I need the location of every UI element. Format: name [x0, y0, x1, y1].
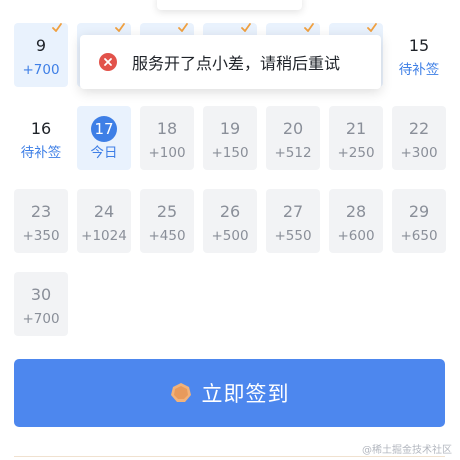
day-cell[interactable]: 26 +500: [203, 189, 257, 253]
checkmark-icon: [367, 23, 377, 32]
day-number: 22: [408, 119, 430, 138]
day-number: 21: [345, 119, 367, 138]
checkmark-icon: [241, 23, 251, 32]
checkin-page: 9 +700 15 待补签 16 待补签 17 今日 18 +100 19 +150 20 +512 21 +…: [0, 0, 460, 460]
day-reward: 今日: [90, 145, 118, 161]
day-reward: +500: [211, 228, 249, 244]
day-number: 26: [219, 202, 241, 221]
day-reward: 待补签: [20, 145, 62, 161]
day-reward: +650: [400, 228, 438, 244]
divider: [14, 456, 445, 457]
day-reward: +150: [211, 145, 249, 161]
signin-button-label: 立即签到: [201, 382, 290, 406]
day-cell[interactable]: 28 +600: [329, 189, 383, 253]
day-reward: +700: [22, 62, 60, 78]
day-reward: +512: [274, 145, 312, 161]
checkmark-icon: [178, 23, 188, 32]
checkmark-icon: [304, 23, 314, 32]
day-cell[interactable]: 16 待补签: [14, 106, 68, 170]
day-cell[interactable]: 19 +150: [203, 106, 257, 170]
day-number: 29: [408, 202, 430, 221]
day-cell[interactable]: 21 +250: [329, 106, 383, 170]
day-reward: +300: [400, 145, 438, 161]
day-reward: +350: [22, 228, 60, 244]
day-reward: +700: [22, 311, 60, 327]
day-cell[interactable]: 15 待补签: [392, 23, 446, 87]
checkmark-icon: [115, 23, 125, 32]
day-cell[interactable]: 24 +1024: [77, 189, 131, 253]
day-number: 23: [30, 202, 52, 221]
day-cell[interactable]: 25 +450: [140, 189, 194, 253]
day-reward: +450: [148, 228, 186, 244]
checkmark-icon: [52, 23, 62, 32]
day-number: 25: [156, 202, 178, 221]
day-number: 16: [30, 119, 52, 138]
day-cell[interactable]: 22 +300: [392, 106, 446, 170]
popup-fragment: [157, 0, 302, 10]
day-number: 28: [345, 202, 367, 221]
coin-icon: [170, 383, 191, 402]
day-number: 15: [408, 36, 430, 55]
watermark: @稀土掘金技术社区: [362, 445, 452, 456]
day-cell[interactable]: 30 +700: [14, 272, 68, 336]
day-reward: +600: [337, 228, 375, 244]
day-number: 24: [93, 202, 115, 221]
day-number: 20: [282, 119, 304, 138]
day-reward: +250: [337, 145, 375, 161]
day-number: 27: [282, 202, 304, 221]
day-cell[interactable]: 9 +700: [14, 23, 68, 87]
day-reward: 待补签: [398, 62, 440, 78]
error-toast: 服务开了点小差，请稍后重试: [80, 35, 381, 89]
day-number: 9: [35, 36, 47, 55]
day-number: 19: [219, 119, 241, 138]
error-icon: [99, 53, 117, 71]
day-cell[interactable]: 27 +550: [266, 189, 320, 253]
signin-button[interactable]: 立即签到: [14, 359, 445, 427]
toast-message: 服务开了点小差，请稍后重试: [132, 54, 341, 73]
day-reward: +550: [274, 228, 312, 244]
day-cell[interactable]: 29 +650: [392, 189, 446, 253]
day-number: 30: [30, 285, 52, 304]
day-reward: +100: [148, 145, 186, 161]
day-cell[interactable]: 18 +100: [140, 106, 194, 170]
day-cell[interactable]: 20 +512: [266, 106, 320, 170]
day-cell[interactable]: 23 +350: [14, 189, 68, 253]
day-number: 18: [156, 119, 178, 138]
day-reward: +1024: [81, 228, 127, 244]
day-cell[interactable]: 17 今日: [77, 106, 131, 170]
today-date-badge: 17: [91, 116, 117, 142]
